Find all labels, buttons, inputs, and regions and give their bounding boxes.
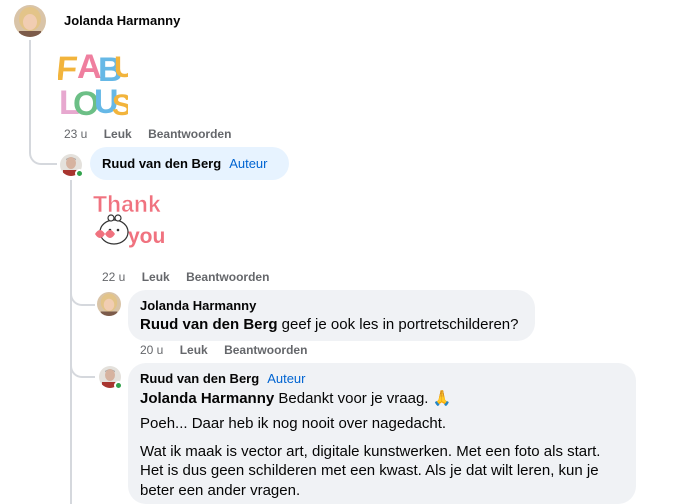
thread-elbow-reply-1 (29, 120, 57, 165)
like-button[interactable]: Leuk (142, 270, 170, 284)
thread-elbow-reply-3 (70, 360, 95, 378)
comment-text: Jolanda Harmanny Bedankt voor je vraag. … (140, 389, 624, 408)
fabulous-sticker: F A B U L O U S (54, 44, 135, 123)
reply-button[interactable]: Beantwoorden (148, 127, 231, 141)
svg-text:U: U (114, 51, 128, 84)
thread-line-reply (70, 180, 72, 504)
like-button[interactable]: Leuk (104, 127, 132, 141)
comment-author-name[interactable]: Ruud van den Berg (102, 156, 221, 171)
mention-link[interactable]: Jolanda Harmanny (140, 390, 274, 407)
comment-author-name[interactable]: Ruud van den Berg (140, 371, 259, 386)
comment-text-body: geef je ook les in portretschilderen? (277, 316, 519, 333)
svg-text:you: you (128, 225, 165, 248)
online-status-icon (75, 169, 84, 178)
mention-link[interactable]: Ruud van den Berg (140, 316, 278, 333)
comment-bubble: Ruud van den Berg Auteur (90, 147, 289, 180)
comment-paragraph: Wat ik maak is vector art, digitale kuns… (140, 442, 601, 499)
author-badge: Auteur (267, 371, 306, 386)
svg-text:S: S (112, 89, 128, 118)
avatar[interactable] (14, 5, 46, 37)
thank-you-sticker: Thank you (90, 188, 172, 256)
thread-elbow-reply-2 (70, 290, 95, 306)
reply-button[interactable]: Beantwoorden (186, 270, 269, 284)
comment-actions: 22 u Leuk Beantwoorden (102, 270, 282, 284)
comment-timestamp: 20 u (140, 343, 164, 357)
comment-bubble: Jolanda Harmanny Ruud van den Berg geef … (128, 290, 535, 341)
comment-author-name[interactable]: Jolanda Harmanny (140, 298, 523, 313)
comment-actions: 23 u Leuk Beantwoorden (64, 127, 244, 141)
comment-actions: 20 u Leuk Beantwoorden (140, 343, 320, 357)
reply-button[interactable]: Beantwoorden (224, 343, 307, 357)
comment-text: Ruud van den Berg geef je ook les in por… (140, 315, 523, 334)
svg-text:Thank: Thank (93, 191, 161, 217)
comment-paragraph: Poeh... Daar heb ik nog nooit over naged… (140, 415, 447, 432)
author-badge: Auteur (229, 156, 268, 171)
avatar[interactable] (97, 292, 121, 316)
like-button[interactable]: Leuk (180, 343, 208, 357)
online-status-icon (114, 381, 123, 390)
comment-author-name[interactable]: Jolanda Harmanny (64, 13, 180, 28)
comment-text-body: Bedankt voor je vraag. 🙏 (274, 390, 452, 407)
svg-text:F: F (58, 50, 79, 88)
comment-bubble: Ruud van den Berg Auteur Jolanda Harmanny… (128, 363, 636, 504)
comment-timestamp: 23 u (64, 127, 88, 141)
comment-timestamp: 22 u (102, 270, 126, 284)
